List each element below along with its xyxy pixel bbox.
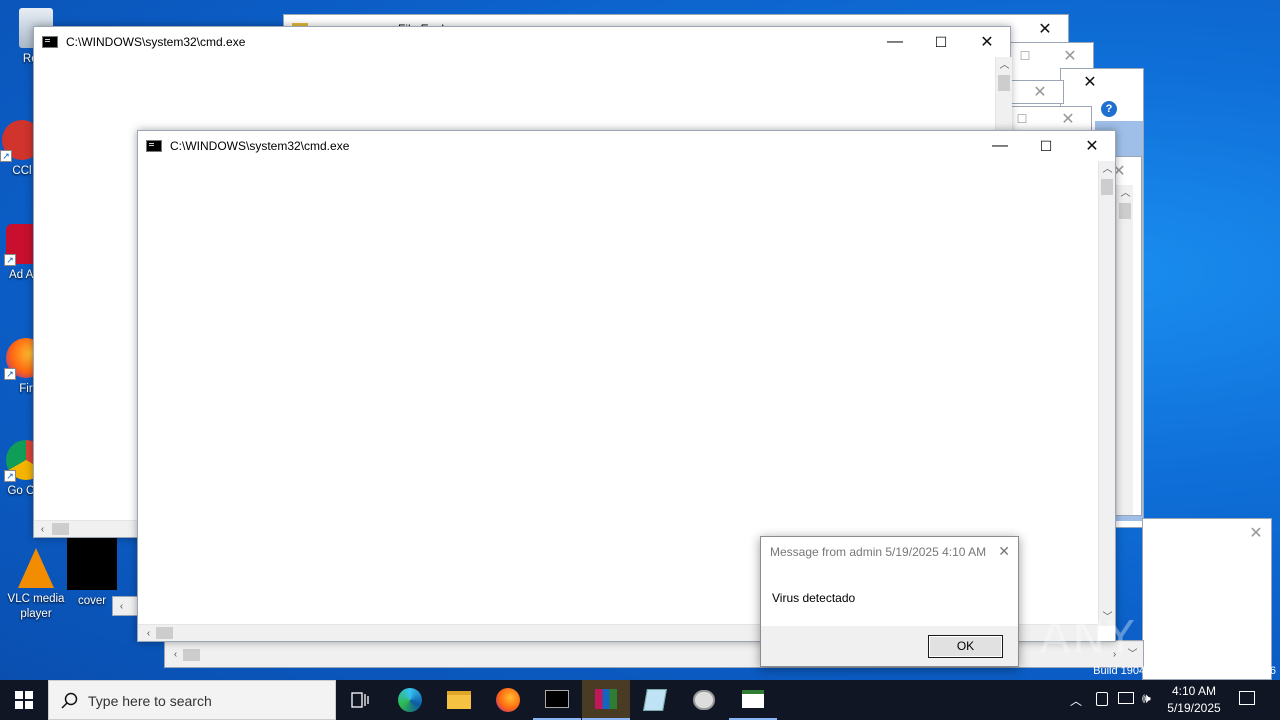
scroll-thumb[interactable]: [998, 75, 1010, 91]
help-icon[interactable]: ?: [1101, 101, 1117, 117]
shortcut-arrow-icon: ↗: [4, 368, 16, 380]
background-window-4[interactable]: ✕: [1010, 80, 1064, 104]
scroll-thumb[interactable]: [1101, 179, 1113, 195]
background-window-5[interactable]: ☐ ✕: [1006, 106, 1092, 132]
search-icon: [61, 692, 78, 709]
cmd-window-title: C:\WINDOWS\system32\cmd.exe: [170, 139, 350, 153]
file-explorer-icon: [447, 691, 471, 709]
scroll-left-arrow[interactable]: ‹: [113, 598, 130, 615]
close-button[interactable]: ✕: [1075, 69, 1105, 95]
cmd-icon: [545, 690, 569, 708]
start-button[interactable]: [0, 680, 48, 720]
vertical-scrollbar[interactable]: ︿: [1116, 185, 1133, 515]
scroll-thumb[interactable]: [1119, 203, 1131, 219]
cmd-icon: [42, 36, 58, 48]
scroll-left-arrow[interactable]: ‹: [34, 521, 51, 538]
scroll-up-arrow[interactable]: ︿: [1099, 161, 1116, 178]
shortcut-arrow-icon: ↗: [4, 254, 16, 266]
taskbar-app[interactable]: [729, 680, 777, 720]
search-placeholder: Type here to search: [88, 693, 212, 709]
minimize-button[interactable]: —: [872, 27, 918, 57]
close-button[interactable]: ✕: [1015, 81, 1065, 103]
scroll-up-arrow[interactable]: ︿: [996, 57, 1013, 74]
close-button[interactable]: ✕: [1241, 519, 1271, 547]
ok-button[interactable]: OK: [928, 635, 1003, 658]
scroll-left-arrow[interactable]: ‹: [140, 625, 157, 642]
edge-icon: [398, 688, 422, 712]
paint-palette-icon: [693, 690, 715, 710]
desktop-icon-label: VLC media player: [7, 593, 65, 620]
cmd-window-title: C:\WINDOWS\system32\cmd.exe: [66, 35, 246, 49]
message-box-body: Virus detectado: [772, 591, 856, 605]
desktop: Recy ↗ CCl ↗ Ad Acr ↗ Fir ↗ Go Chr VLC m…: [0, 0, 1280, 680]
network-status-icon[interactable]: [1096, 692, 1108, 706]
close-button[interactable]: ✕: [1045, 107, 1091, 131]
message-box-title: Message from admin 5/19/2025 4:10 AM: [770, 545, 987, 559]
shortcut-arrow-icon: ↗: [4, 470, 16, 482]
desktop-icon-label: CCl: [12, 165, 32, 177]
close-button[interactable]: ✕: [964, 27, 1010, 57]
windows-logo-icon: [15, 691, 33, 709]
message-box[interactable]: Message from admin 5/19/2025 4:10 AM ✕ V…: [760, 536, 1019, 667]
cmd-titlebar: C:\WINDOWS\system32\cmd.exe — ☐ ✕: [138, 131, 1115, 161]
taskbar-winrar[interactable]: [582, 680, 630, 720]
cmd-icon: [146, 140, 162, 152]
volume-icon[interactable]: 🕪: [1142, 690, 1151, 707]
taskbar-firefox[interactable]: [484, 680, 532, 720]
build-text: Build 19041.vb_release.191206-1406: [1093, 665, 1276, 677]
scroll-thumb[interactable]: [183, 649, 200, 661]
scroll-thumb[interactable]: [52, 523, 69, 535]
desktop-icon-label: Fir: [19, 383, 33, 395]
taskbar-paint[interactable]: [680, 680, 728, 720]
background-window-9[interactable]: ‹: [112, 596, 140, 616]
vertical-scrollbar[interactable]: ︿ ﹀: [1098, 161, 1115, 626]
tray-chevron-icon[interactable]: ︿: [1070, 692, 1082, 709]
clock-time: 4:10 AM: [1171, 684, 1217, 698]
taskbar-file-explorer[interactable]: [435, 680, 483, 720]
taskbar: Type here to search ︿ 🕪 4:10 AM 5/19/202…: [0, 680, 1280, 720]
close-button[interactable]: ✕: [1069, 131, 1115, 161]
scroll-thumb[interactable]: [156, 627, 173, 639]
close-button[interactable]: ✕: [998, 543, 1010, 560]
scroll-up-arrow[interactable]: ︿: [1117, 185, 1134, 202]
network-icon[interactable]: [1118, 692, 1134, 704]
horizontal-scrollbar[interactable]: ‹: [34, 520, 140, 537]
minimize-button[interactable]: —: [977, 131, 1023, 161]
scroll-left-arrow[interactable]: ‹: [167, 646, 184, 663]
close-button[interactable]: ✕: [1047, 43, 1093, 69]
clock[interactable]: 4:10 AM 5/19/2025: [1160, 683, 1228, 717]
taskbar-notepad[interactable]: [631, 680, 679, 720]
task-view-button[interactable]: [336, 680, 384, 720]
search-box[interactable]: Type here to search: [48, 680, 336, 720]
firefox-icon: [496, 688, 520, 712]
vlc-cone-icon: [18, 548, 54, 588]
task-view-icon: [351, 692, 369, 708]
desktop-icon-label: cover: [77, 595, 107, 607]
close-button[interactable]: ✕: [1022, 15, 1068, 43]
watermark: ANY RUN: [1040, 612, 1254, 663]
notepad-icon: [643, 689, 667, 711]
clock-date: 5/19/2025: [1167, 701, 1221, 715]
cmd-titlebar: C:\WINDOWS\system32\cmd.exe — ☐ ✕: [34, 27, 1010, 57]
notification-center-icon[interactable]: [1239, 691, 1255, 705]
maximize-button[interactable]: ☐: [918, 27, 964, 57]
app-window-icon: [742, 690, 764, 708]
shortcut-arrow-icon: ↗: [0, 150, 12, 162]
maximize-button[interactable]: ☐: [1023, 131, 1069, 161]
cover-file-icon: [67, 538, 117, 590]
winrar-icon: [595, 689, 617, 709]
taskbar-edge[interactable]: [386, 680, 434, 720]
taskbar-cmd[interactable]: [533, 680, 581, 720]
